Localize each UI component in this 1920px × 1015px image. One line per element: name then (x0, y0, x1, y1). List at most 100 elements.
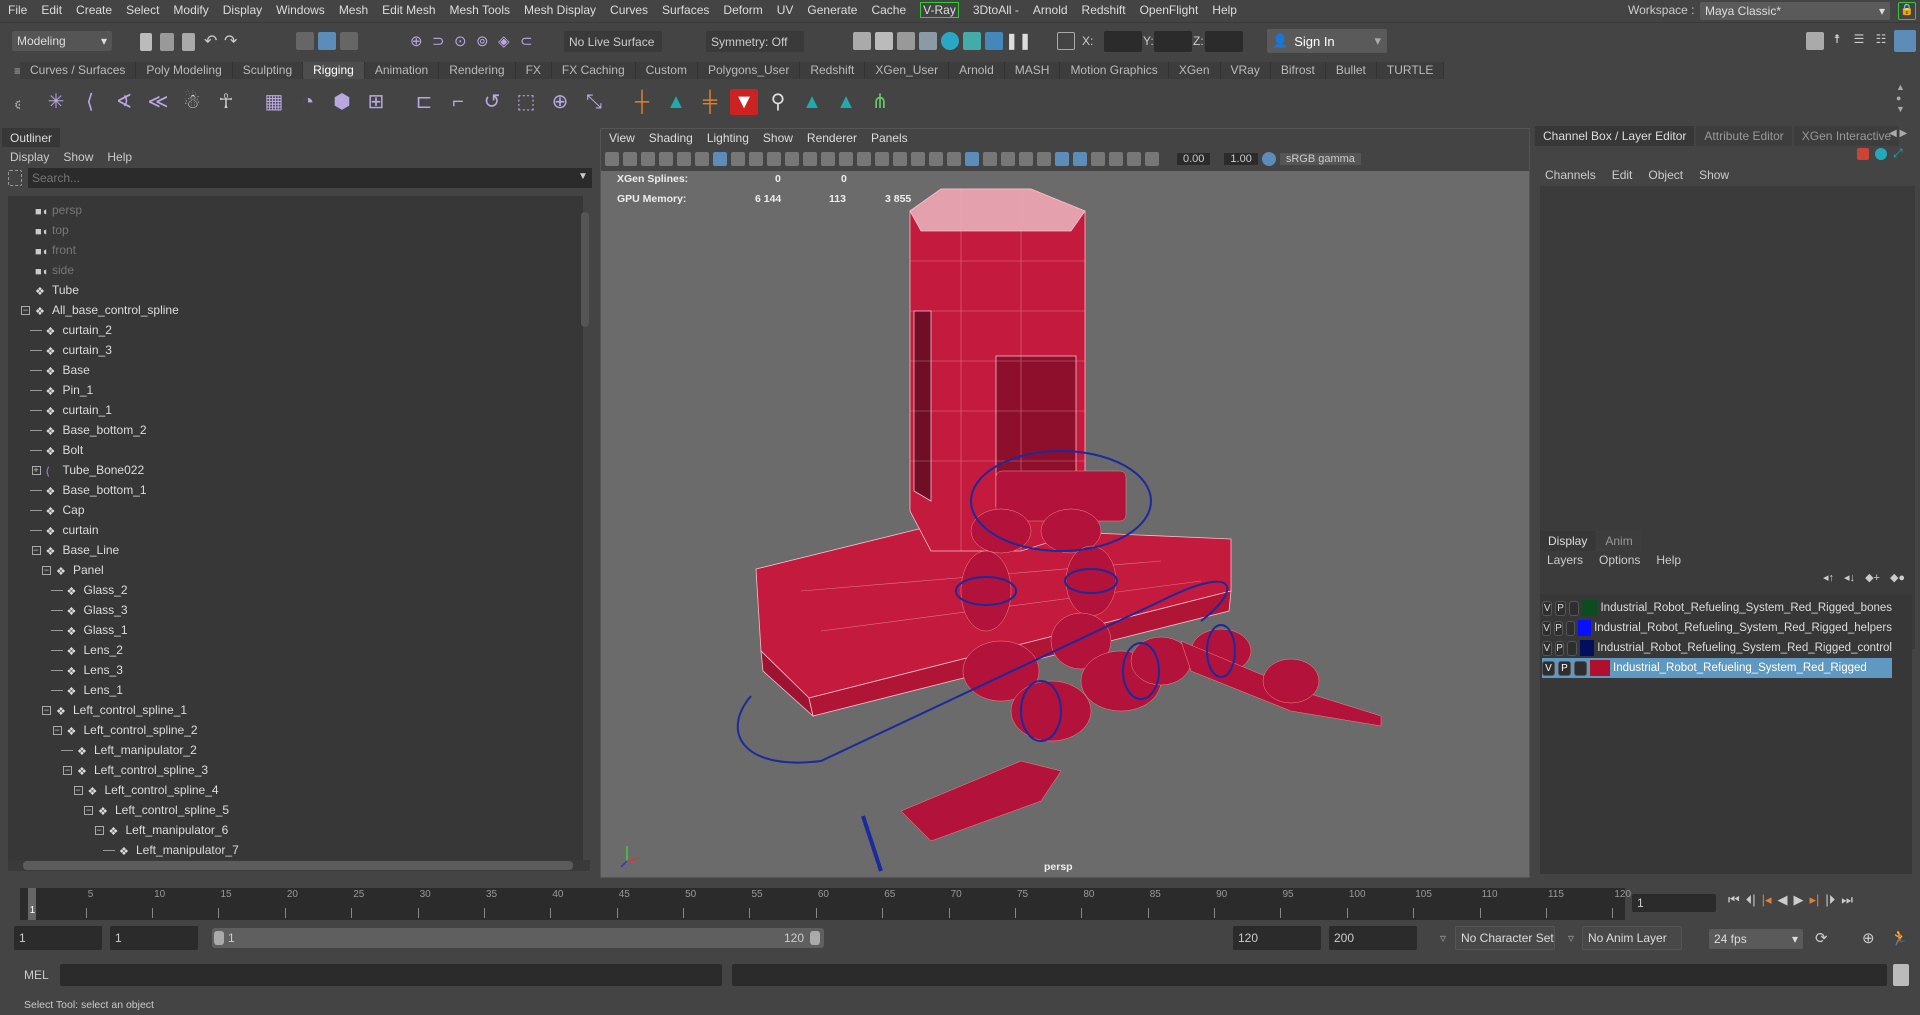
isolate-select-icon[interactable] (893, 152, 907, 166)
undo-icon[interactable]: ↶ (204, 31, 222, 50)
lattice-icon[interactable]: ⬢ (328, 89, 356, 115)
collapse-icon[interactable]: − (21, 306, 30, 315)
arnold-render-icon[interactable] (941, 32, 959, 50)
shelf-tab-arnold[interactable]: Arnold (949, 62, 1005, 79)
shelf-tab-redshift[interactable]: Redshift (800, 62, 866, 79)
menu-windows[interactable]: Windows (276, 3, 325, 17)
layer-display-type-toggle[interactable] (1567, 640, 1578, 656)
xray-icon[interactable] (911, 152, 925, 166)
tab-xgen-interactive[interactable]: XGen Interactive (1793, 126, 1900, 146)
collapse-icon[interactable]: − (52, 726, 62, 735)
wireframe-icon[interactable] (713, 152, 727, 166)
camera-attributes-icon[interactable] (1091, 152, 1105, 166)
menu-modify[interactable]: Modify (173, 3, 208, 17)
outliner-item[interactable]: ❖ Pin_1 (46, 380, 94, 400)
colorspace-label[interactable]: sRGB gamma (1279, 153, 1361, 165)
select-object-icon[interactable] (318, 32, 336, 50)
step-forward-key-icon[interactable]: |⏵ (1825, 892, 1835, 908)
mash-network-icon[interactable]: ▲ (662, 89, 690, 115)
symmetry-dropdown[interactable]: Symmetry: Off (706, 31, 804, 52)
layer-row[interactable]: V P Industrial_Robot_Refueling_System_Red_… (1542, 598, 1892, 618)
outliner-item[interactable]: ❖ curtain_1 (46, 400, 112, 420)
move-layer-down-icon[interactable]: ◂↓ (1844, 571, 1855, 584)
transform-mode-icon[interactable] (1057, 32, 1075, 50)
snap-grid-icon[interactable]: ⊕ (410, 32, 428, 50)
textured-icon[interactable] (767, 152, 781, 166)
shelf-scroll[interactable]: ▲ ● ▼ (1896, 82, 1905, 115)
shelf-tab-poly-modeling[interactable]: Poly Modeling (136, 62, 233, 79)
render-view-icon[interactable] (919, 32, 937, 50)
outliner-item[interactable]: ❖ Left_manipulator_7 (119, 840, 239, 860)
menu-create[interactable]: Create (76, 3, 112, 17)
xray-components-icon[interactable] (947, 152, 961, 166)
shelf-tab-sculpting[interactable]: Sculpting (232, 62, 304, 79)
script-editor-icon[interactable] (1893, 964, 1909, 986)
loop-icon[interactable]: ⟳ (1815, 929, 1828, 947)
outliner-item[interactable]: ❖ Glass_3 (67, 600, 128, 620)
wireframe-on-shaded-icon[interactable] (1127, 152, 1141, 166)
anti-aliasing-icon[interactable] (857, 152, 871, 166)
select-component-icon[interactable] (340, 32, 358, 50)
collapse-icon[interactable]: − (42, 706, 51, 715)
outliner-menu-display[interactable]: Display (10, 150, 49, 164)
outliner-item[interactable]: ❖ Left_manipulator_6 (109, 820, 229, 840)
shelf-tab-xgen_user[interactable]: XGen_User (865, 62, 950, 79)
layer-playback-toggle[interactable]: P (1554, 620, 1564, 636)
step-back-frame-icon[interactable]: |◂ (1762, 892, 1772, 908)
x-field[interactable] (1104, 31, 1142, 52)
layer-row[interactable]: V P Industrial_Robot_Refueling_System_Red_… (1542, 618, 1892, 638)
menu-redshift[interactable]: Redshift (1082, 3, 1126, 17)
shelf-tab-fx[interactable]: FX (515, 62, 552, 79)
select-camera-icon[interactable] (605, 152, 619, 166)
outliner-item[interactable]: ❖ Left_control_spline_5 (98, 800, 229, 820)
menu-edit[interactable]: Edit (41, 3, 62, 17)
shelf-tab-rendering[interactable]: Rendering (439, 62, 516, 79)
attribute-editor-toggle-icon[interactable]: ☰ (1850, 32, 1868, 50)
end-time-field[interactable]: 200 (1329, 926, 1417, 950)
menu-surfaces[interactable]: Surfaces (662, 3, 709, 17)
fps-dropdown[interactable]: 24 fps ▾ (1709, 929, 1803, 949)
outliner-item[interactable]: ⟨ Tube_Bone022 (46, 460, 145, 480)
collapse-icon[interactable]: − (63, 766, 72, 775)
save-scene-icon[interactable] (182, 33, 195, 51)
layer-menu-layers[interactable]: Layers (1547, 553, 1583, 567)
color-management-icon[interactable] (1261, 152, 1276, 166)
menu-file[interactable]: File (8, 3, 27, 17)
layer-color-swatch[interactable] (1590, 660, 1610, 676)
red-shelf-icon[interactable]: ▼ (730, 89, 758, 115)
anim-layer-dropdown[interactable]: No Anim Layer (1582, 926, 1682, 950)
orient-constraint-icon[interactable]: ↺ (478, 89, 506, 115)
shelf-tab-vray[interactable]: VRay (1220, 62, 1271, 79)
motion-blur-icon[interactable] (839, 152, 853, 166)
pole-vector-icon[interactable]: ⤡ (580, 89, 608, 115)
aim-constraint-icon[interactable]: ⊕ (546, 89, 574, 115)
outliner-menu-help[interactable]: Help (107, 150, 132, 164)
outliner-item[interactable]: ❖ Left_control_spline_2 (67, 720, 198, 740)
play-forward-icon[interactable]: ▶ (1794, 892, 1804, 908)
mode-dropdown[interactable]: Modeling ▾ (12, 31, 112, 51)
layer-playback-toggle[interactable]: P (1554, 640, 1565, 656)
channel-menu-show[interactable]: Show (1699, 168, 1729, 182)
shelf-tab-rigging[interactable]: Rigging (303, 62, 365, 79)
character-controls-icon[interactable]: ☨ (1828, 32, 1846, 50)
redo-icon[interactable]: ↷ (224, 31, 242, 50)
channel-menu-object[interactable]: Object (1648, 168, 1683, 182)
new-layer-selected-icon[interactable]: ◆● (1890, 571, 1905, 584)
expand-icon[interactable]: + (31, 466, 41, 475)
go-to-end-icon[interactable]: ⏭ (1841, 892, 1853, 908)
collapse-icon[interactable]: − (31, 546, 41, 555)
depth-of-field-icon[interactable] (875, 152, 889, 166)
cluster-icon[interactable]: ⊞ (362, 89, 390, 115)
playback-start-field[interactable]: 1 (110, 926, 198, 950)
outliner-item[interactable]: ❖ Base (46, 360, 90, 380)
outliner-item[interactable]: ❖ Base_bottom_1 (46, 480, 147, 500)
layer-menu-options[interactable]: Options (1599, 553, 1640, 567)
filter-select-icon[interactable] (8, 170, 22, 186)
layer-display-type-toggle[interactable] (1568, 600, 1580, 616)
layer-visibility-toggle[interactable]: V (1542, 600, 1553, 616)
menu-openflight[interactable]: OpenFlight (1140, 3, 1199, 17)
menu-arnold[interactable]: Arnold (1033, 3, 1068, 17)
parent-constraint-icon[interactable]: ⊏ (410, 89, 438, 115)
new-layer-icon[interactable]: ◆+ (1865, 571, 1880, 584)
go-to-start-icon[interactable]: ⏮ (1728, 892, 1740, 908)
